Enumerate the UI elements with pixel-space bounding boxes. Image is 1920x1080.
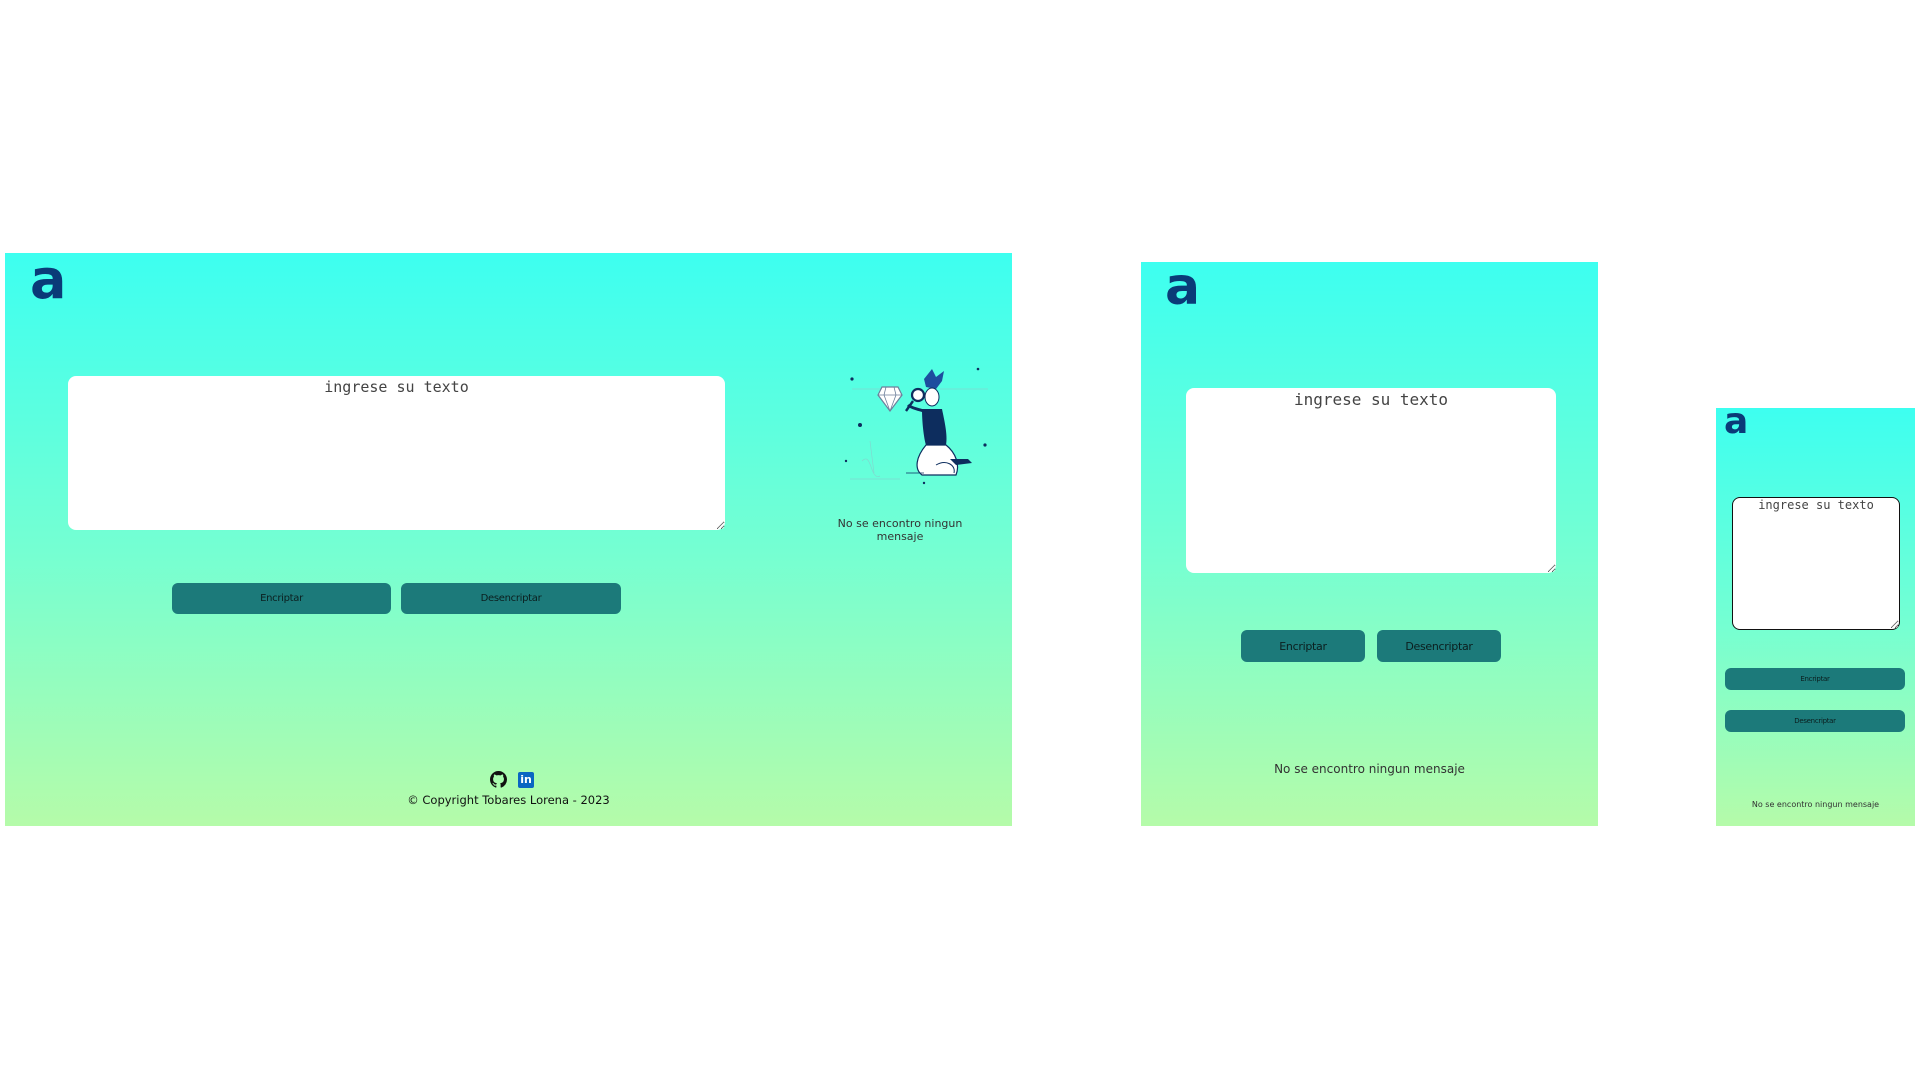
decrypt-button[interactable]: Desencriptar xyxy=(401,583,621,614)
social-links: in xyxy=(485,771,545,791)
tablet-preview: a Encriptar Desencriptar No se encontro … xyxy=(1141,262,1598,826)
text-input[interactable] xyxy=(1732,497,1900,630)
mobile-preview: a Encriptar Desencriptar No se encontro … xyxy=(1716,408,1915,826)
github-icon[interactable] xyxy=(490,771,507,788)
alura-logo[interactable]: a xyxy=(30,253,66,307)
alura-logo[interactable]: a xyxy=(1724,408,1748,440)
search-illustration xyxy=(844,367,988,485)
empty-result-message: No se encontro ningun mensaje xyxy=(837,517,963,543)
text-input[interactable] xyxy=(68,376,725,530)
copyright-text: © Copyright Tobares Lorena - 2023 xyxy=(407,793,610,807)
linkedin-icon[interactable]: in xyxy=(518,772,534,788)
text-input[interactable] xyxy=(1186,388,1556,573)
empty-result-message: No se encontro ningun mensaje xyxy=(1751,800,1880,809)
decrypt-button[interactable]: Desencriptar xyxy=(1377,630,1501,662)
encrypt-button[interactable]: Encriptar xyxy=(1241,630,1365,662)
encrypt-button[interactable]: Encriptar xyxy=(1725,668,1905,690)
decrypt-button[interactable]: Desencriptar xyxy=(1725,710,1905,732)
alura-logo[interactable]: a xyxy=(1165,262,1200,313)
empty-result-message: No se encontro ningun mensaje xyxy=(1274,762,1465,776)
encrypt-button[interactable]: Encriptar xyxy=(172,583,391,614)
desktop-preview: a Encriptar Desencriptar xyxy=(5,253,1012,826)
